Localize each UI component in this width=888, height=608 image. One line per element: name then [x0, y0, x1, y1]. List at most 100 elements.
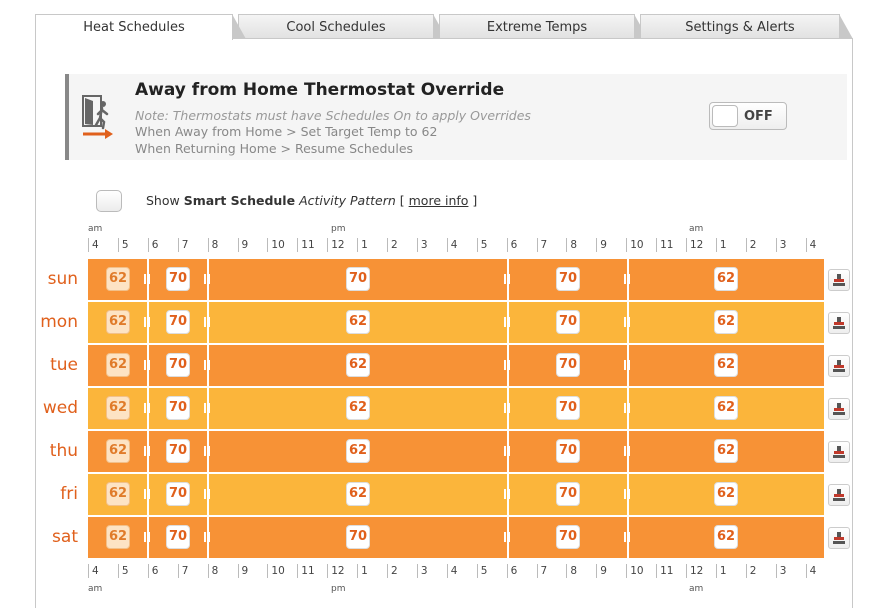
drag-handle[interactable]: [624, 532, 630, 542]
axis-tick: 8: [566, 238, 577, 252]
schedule-row-fri: fri 62 70 62 70 62: [60, 474, 824, 515]
target-temp-badge[interactable]: 70: [556, 396, 580, 420]
target-temp-badge[interactable]: 70: [166, 353, 190, 377]
target-temp-badge[interactable]: 62: [106, 353, 130, 377]
tab-settings-alerts[interactable]: Settings & Alerts: [640, 14, 853, 39]
target-temp-badge[interactable]: 70: [346, 525, 370, 549]
axis-tick: 4: [88, 564, 99, 578]
drag-handle[interactable]: [204, 403, 210, 413]
schedule-row-thu: thu 62 70 62 70 62: [50, 431, 824, 472]
tab-extreme-temps[interactable]: Extreme Temps: [439, 14, 648, 39]
drag-handle[interactable]: [624, 446, 630, 456]
copy-schedule-button[interactable]: [828, 269, 850, 291]
schedule-row-wed: wed 62 70 62 70 62: [43, 388, 824, 429]
axis-tick: 4: [805, 564, 816, 578]
drag-handle[interactable]: [144, 274, 150, 284]
target-temp-badge[interactable]: 70: [556, 267, 580, 291]
more-info-link[interactable]: more info: [409, 193, 469, 208]
drag-handle[interactable]: [504, 274, 510, 284]
target-temp-badge[interactable]: 70: [556, 310, 580, 334]
target-temp-badge[interactable]: 62: [714, 396, 738, 420]
target-temp-badge[interactable]: 62: [106, 525, 130, 549]
axis-tick: 6: [506, 564, 517, 578]
drag-handle[interactable]: [624, 403, 630, 413]
axis-tick: 5: [476, 564, 487, 578]
copy-schedule-button[interactable]: [828, 355, 850, 377]
target-temp-badge[interactable]: 70: [556, 482, 580, 506]
target-temp-badge[interactable]: 62: [106, 396, 130, 420]
target-temp-badge[interactable]: 62: [346, 439, 370, 463]
toggle-knob: [712, 105, 738, 127]
drag-handle[interactable]: [504, 489, 510, 499]
drag-handle[interactable]: [624, 489, 630, 499]
drag-handle[interactable]: [144, 489, 150, 499]
target-temp-badge[interactable]: 62: [714, 525, 738, 549]
am-label-2: am: [689, 224, 704, 234]
target-temp-badge[interactable]: 62: [346, 396, 370, 420]
drag-handle[interactable]: [204, 446, 210, 456]
target-temp-badge[interactable]: 62: [346, 310, 370, 334]
time-axis-top: am pm am 4 5 6 7 8 9 10 11 12 1 2 3 4 5 6 7 8 9 10 11 12 1 2 3 4: [88, 224, 824, 254]
target-temp-badge[interactable]: 70: [556, 525, 580, 549]
bracket-close: ]: [472, 193, 478, 208]
toggle-label: OFF: [744, 109, 773, 124]
stamp-icon: [833, 489, 845, 501]
schedule-row-mon: mon 62 70 62 70 62: [40, 302, 824, 343]
drag-handle[interactable]: [504, 446, 510, 456]
target-temp-badge[interactable]: 62: [714, 267, 738, 291]
drag-handle[interactable]: [204, 274, 210, 284]
drag-handle[interactable]: [204, 532, 210, 542]
drag-handle[interactable]: [144, 360, 150, 370]
target-temp-badge[interactable]: 70: [166, 482, 190, 506]
drag-handle[interactable]: [504, 317, 510, 327]
axis-tick: 1: [715, 238, 727, 252]
copy-schedule-button[interactable]: [828, 398, 850, 420]
target-temp-badge[interactable]: 70: [166, 439, 190, 463]
tab-cool-schedules[interactable]: Cool Schedules: [238, 14, 447, 39]
drag-handle[interactable]: [144, 532, 150, 542]
copy-schedule-button[interactable]: [828, 484, 850, 506]
target-temp-badge[interactable]: 62: [106, 482, 130, 506]
drag-handle[interactable]: [504, 403, 510, 413]
target-temp-badge[interactable]: 62: [714, 353, 738, 377]
target-temp-badge[interactable]: 62: [714, 482, 738, 506]
drag-handle[interactable]: [204, 489, 210, 499]
day-label: sun: [47, 269, 78, 289]
drag-handle[interactable]: [624, 274, 630, 284]
day-label: mon: [40, 312, 78, 332]
drag-handle[interactable]: [624, 317, 630, 327]
drag-handle[interactable]: [144, 317, 150, 327]
target-temp-badge[interactable]: 62: [714, 310, 738, 334]
drag-handle[interactable]: [624, 360, 630, 370]
copy-schedule-button[interactable]: [828, 312, 850, 334]
away-override-toggle[interactable]: OFF: [709, 102, 787, 130]
tab-heat-schedules[interactable]: Heat Schedules: [35, 14, 246, 40]
target-temp-badge[interactable]: 70: [166, 396, 190, 420]
smart-schedule-checkbox[interactable]: [96, 190, 122, 212]
drag-handle[interactable]: [204, 360, 210, 370]
drag-handle[interactable]: [144, 403, 150, 413]
target-temp-badge[interactable]: 62: [346, 482, 370, 506]
target-temp-badge[interactable]: 70: [166, 267, 190, 291]
target-temp-badge[interactable]: 62: [714, 439, 738, 463]
drag-handle[interactable]: [204, 317, 210, 327]
target-temp-badge[interactable]: 70: [556, 439, 580, 463]
pm-label: pm: [331, 224, 346, 234]
target-temp-badge[interactable]: 62: [346, 353, 370, 377]
drag-handle[interactable]: [144, 446, 150, 456]
target-temp-badge[interactable]: 62: [106, 267, 130, 291]
copy-schedule-button[interactable]: [828, 527, 850, 549]
schedule-row-sat: sat 62 70 70 70 62: [52, 517, 824, 558]
target-temp-badge[interactable]: 70: [346, 267, 370, 291]
axis-tick: 8: [566, 564, 577, 578]
target-temp-badge[interactable]: 70: [166, 525, 190, 549]
am-label: am: [88, 224, 103, 234]
axis-tick: 9: [596, 238, 607, 252]
target-temp-badge[interactable]: 62: [106, 310, 130, 334]
target-temp-badge[interactable]: 70: [556, 353, 580, 377]
target-temp-badge[interactable]: 70: [166, 310, 190, 334]
drag-handle[interactable]: [504, 360, 510, 370]
target-temp-badge[interactable]: 62: [106, 439, 130, 463]
drag-handle[interactable]: [504, 532, 510, 542]
copy-schedule-button[interactable]: [828, 441, 850, 463]
